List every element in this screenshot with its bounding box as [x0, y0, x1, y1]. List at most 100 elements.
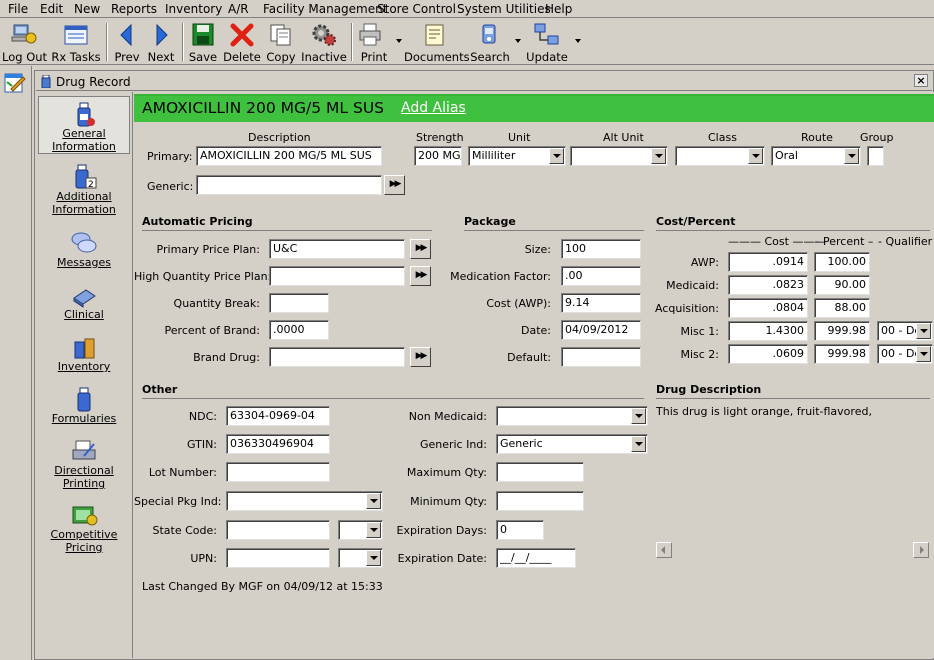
nav-messages[interactable]: Messages: [38, 226, 130, 270]
awp-percent-input[interactable]: 100.00: [814, 252, 870, 272]
misc1-percent-input[interactable]: 999.98: [814, 321, 870, 341]
special-pkg-select[interactable]: [226, 491, 383, 511]
chevron-down-icon[interactable]: [651, 148, 666, 164]
nav-additional-information[interactable]: 2 Additional Information: [38, 160, 130, 216]
close-button[interactable]: ×: [914, 74, 928, 87]
update-button[interactable]: Update: [524, 21, 570, 64]
chevron-down-icon[interactable]: [916, 323, 931, 339]
primary-price-plan-lookup-button[interactable]: ▶▶: [410, 239, 431, 259]
awp-cost-input[interactable]: .0914: [728, 252, 808, 272]
misc2-qualifier-select[interactable]: 00 - De: [877, 344, 933, 364]
chevron-down-icon[interactable]: [366, 522, 381, 538]
max-qty-input[interactable]: [496, 462, 584, 482]
exp-days-input[interactable]: 0: [496, 520, 544, 540]
misc2-percent-input[interactable]: 999.98: [814, 344, 870, 364]
state-code-input[interactable]: [226, 520, 330, 540]
primary-label: Primary:: [147, 150, 193, 163]
chevron-down-icon[interactable]: [366, 550, 381, 566]
print-dropdown-icon[interactable]: [396, 39, 402, 43]
state-code-select[interactable]: [338, 520, 383, 540]
chevron-down-icon[interactable]: [748, 148, 763, 164]
menu-file[interactable]: File: [8, 2, 28, 16]
add-alias-link[interactable]: Add Alias: [401, 100, 466, 116]
med-factor-input[interactable]: .00: [561, 266, 641, 286]
misc1-cost-input[interactable]: 1.4300: [728, 321, 808, 341]
nav-directional-printing[interactable]: Directional Printing: [38, 434, 130, 490]
medicaid-cost-input[interactable]: .0823: [728, 275, 808, 295]
upn-input[interactable]: [226, 548, 330, 568]
logout-button[interactable]: Log Out: [2, 21, 47, 64]
inactive-button[interactable]: Inactive: [301, 21, 347, 64]
menu-system-utilities[interactable]: System Utilities: [457, 2, 551, 16]
acquisition-cost-input[interactable]: .0804: [728, 298, 808, 318]
notepad-edit-icon[interactable]: [3, 72, 27, 94]
nav-formularies[interactable]: Formularies: [38, 382, 130, 426]
upn-select[interactable]: [338, 548, 383, 568]
search-dropdown-icon[interactable]: [515, 39, 521, 43]
generic-input[interactable]: [196, 175, 382, 195]
route-select[interactable]: Oral: [771, 146, 861, 166]
menu-inventory[interactable]: Inventory: [165, 2, 222, 16]
percent-of-brand-input[interactable]: .0000: [269, 320, 329, 340]
print-button[interactable]: Print: [355, 21, 393, 64]
col-route-label: Route: [801, 131, 833, 144]
class-select[interactable]: [675, 146, 765, 166]
scroll-left-button[interactable]: [656, 542, 672, 558]
min-qty-input[interactable]: [496, 491, 584, 511]
menu-store-control[interactable]: Store Control: [377, 2, 456, 16]
cost-awp-input[interactable]: 9.14: [561, 293, 641, 313]
unit-select[interactable]: Milliliter: [468, 146, 566, 166]
nav-competitive-pricing[interactable]: Competitive Pricing: [38, 498, 130, 554]
misc2-cost-input[interactable]: .0609: [728, 344, 808, 364]
medicaid-percent-input[interactable]: 90.00: [814, 275, 870, 295]
non-medicaid-select[interactable]: [496, 406, 648, 426]
nav-general-information[interactable]: General Information: [38, 96, 130, 154]
menu-facility-management[interactable]: Facility Management: [263, 2, 387, 16]
chevron-down-icon[interactable]: [916, 346, 931, 362]
menu-reports[interactable]: Reports: [111, 2, 157, 16]
chevron-down-icon[interactable]: [549, 148, 564, 164]
chevron-down-icon[interactable]: [631, 436, 646, 452]
prev-button[interactable]: Prev: [110, 21, 144, 64]
chevron-down-icon[interactable]: [366, 493, 381, 509]
primary-price-plan-input[interactable]: U&C: [269, 239, 405, 259]
size-input[interactable]: 100: [561, 239, 641, 259]
chevron-down-icon[interactable]: [631, 408, 646, 424]
quantity-break-input[interactable]: [269, 293, 329, 313]
strength-input[interactable]: 200 MG/: [414, 146, 462, 166]
menu-help[interactable]: Help: [545, 2, 572, 16]
menu-new[interactable]: New: [74, 2, 100, 16]
menu-edit[interactable]: Edit: [40, 2, 63, 16]
rx-tasks-button[interactable]: Rx Tasks: [50, 21, 102, 64]
lot-number-input[interactable]: [226, 462, 330, 482]
copy-button[interactable]: Copy: [264, 21, 298, 64]
exp-date-input[interactable]: __/__/____: [496, 548, 576, 568]
chevron-down-icon[interactable]: [844, 148, 859, 164]
gtin-input[interactable]: 036330496904: [226, 434, 330, 454]
documents-button[interactable]: Documents: [404, 21, 470, 64]
price-tag-icon: [72, 506, 98, 526]
search-button[interactable]: Search: [468, 21, 512, 64]
ndc-input[interactable]: 63304-0969-04: [226, 406, 330, 426]
save-button[interactable]: Save: [186, 21, 220, 64]
delete-button[interactable]: Delete: [222, 21, 262, 64]
misc1-qualifier-select[interactable]: 00 - De: [877, 321, 933, 341]
high-qty-plan-lookup-button[interactable]: ▶▶: [410, 266, 431, 286]
description-input[interactable]: AMOXICILLIN 200 MG/5 ML SUS: [196, 146, 382, 166]
next-button[interactable]: Next: [144, 21, 178, 64]
acquisition-percent-input[interactable]: 88.00: [814, 298, 870, 318]
generic-ind-select[interactable]: Generic: [496, 434, 648, 454]
nav-clinical[interactable]: Clinical: [38, 278, 130, 322]
menu-ar[interactable]: A/R: [228, 2, 249, 16]
high-qty-plan-input[interactable]: [269, 266, 405, 286]
generic-lookup-button[interactable]: ▶▶: [384, 175, 405, 195]
nav-inventory[interactable]: Inventory: [38, 330, 130, 374]
scroll-right-button[interactable]: [913, 542, 929, 558]
group-input[interactable]: [867, 146, 884, 166]
alt-unit-select[interactable]: [570, 146, 668, 166]
brand-drug-lookup-button[interactable]: ▶▶: [410, 347, 431, 367]
default-input[interactable]: [561, 347, 641, 367]
date-input[interactable]: 04/09/2012: [561, 320, 641, 340]
brand-drug-input[interactable]: [269, 347, 405, 367]
update-dropdown-icon[interactable]: [575, 39, 581, 43]
